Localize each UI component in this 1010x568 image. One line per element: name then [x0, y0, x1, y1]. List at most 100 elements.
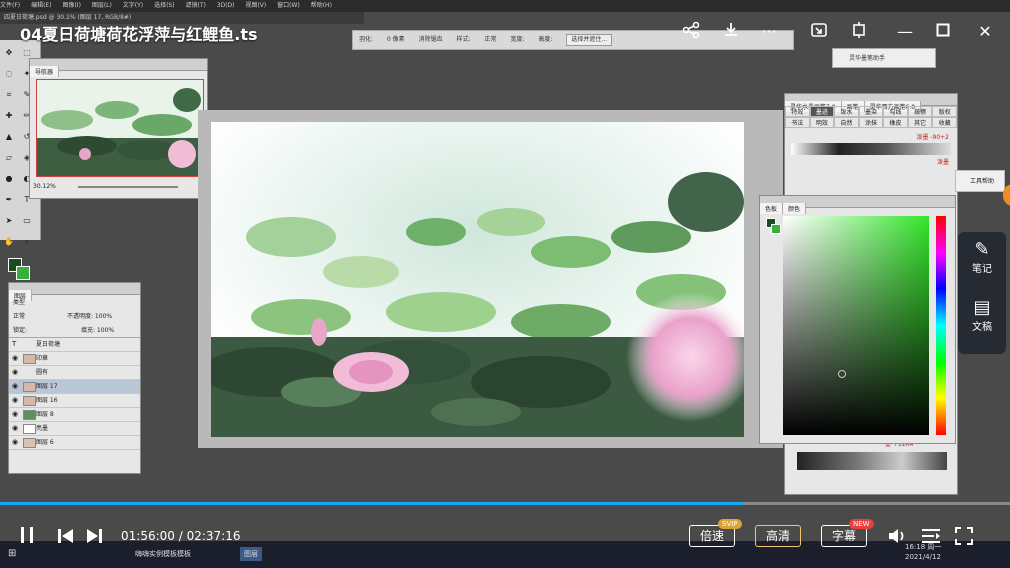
pause-icon[interactable] [20, 526, 34, 549]
close-icon[interactable]: ✕ [974, 21, 996, 43]
fullscreen-icon[interactable] [955, 527, 973, 549]
layer-thumbnail [23, 438, 36, 448]
ps-option-label: 消除锯齿 [418, 36, 443, 43]
brush-category: 涂抹 [858, 117, 884, 128]
brush-preset-tag: 泼墨 [936, 159, 949, 166]
color-picker-cursor [838, 370, 846, 378]
layers-blend-row: 正常 不透明度: 100% [9, 309, 140, 323]
blur-tool-icon: ● [5, 174, 13, 183]
notes-button[interactable]: ✎ 笔记 [958, 240, 1006, 290]
pen-tool-icon: ✒ [5, 195, 13, 204]
notes-label: 笔记 [972, 264, 992, 275]
eraser-tool-icon: ▱ [5, 153, 13, 162]
brush-category: 皴擦 [907, 106, 933, 117]
layers-blend: 正常 [13, 313, 26, 320]
more-icon[interactable]: ··· [758, 21, 780, 43]
minimize-icon[interactable]: — [894, 21, 916, 43]
brush-category: 墨迹 [809, 106, 835, 117]
volume-icon[interactable] [888, 527, 908, 549]
layer-row: ◉ 亮墨 [9, 422, 140, 436]
path-tool-icon: ➤ [5, 216, 13, 225]
shape-tool-icon: ▭ [23, 216, 31, 225]
brush-stroke-preview [797, 452, 947, 470]
brush-category: 墨染 [858, 106, 884, 117]
quality-button[interactable]: 高清 [755, 525, 801, 547]
layers-fill: 100% [96, 327, 115, 334]
navigator-header: 导航器 [30, 59, 207, 77]
tool-help-box: 工具帮助 [955, 170, 1005, 192]
brush-stroke-preview [791, 143, 951, 155]
lasso-tool-icon: ◌ [5, 69, 13, 78]
visibility-icon: ◉ [12, 382, 19, 390]
brush-preset-tag: 泼墨 -90+2 [916, 134, 949, 141]
visibility-icon: ◉ [12, 368, 19, 376]
hue-slider [936, 216, 946, 435]
layers-header: 图层 [9, 283, 140, 301]
new-badge: NEW [849, 519, 874, 529]
layer-row: ◉ 圆有 [9, 366, 140, 380]
side-panel-toggle[interactable] [1003, 184, 1010, 206]
visibility-icon: ◉ [12, 354, 19, 362]
layers-opacity: 100% [94, 313, 113, 320]
total-time: 02:37:16 [186, 529, 241, 543]
ps-select-mask-button: 选择并遮住... [566, 34, 613, 46]
playlist-icon[interactable] [921, 528, 941, 548]
manuscript-icon: ▤ [973, 297, 991, 318]
picture-in-picture-icon[interactable] [808, 21, 830, 45]
swatches-tab: 色板 [760, 203, 784, 214]
color-panel-background [771, 224, 781, 234]
share-icon[interactable] [680, 21, 702, 45]
ps-menu-item: 帮助(H) [310, 2, 332, 9]
navigator-zoom-slider [78, 186, 178, 188]
time-separator: / [178, 529, 183, 543]
brush-category-grid: 特效 墨迹 泼水 墨染 勾线 皴擦 版权 书法 明效 自然 涂抹 橡皮 其它 收… [785, 106, 957, 128]
layer-name: 印章 [36, 355, 49, 362]
brush-category: 泼水 [834, 106, 859, 117]
visibility-icon: ◉ [12, 438, 19, 446]
brush-category: 版权 [932, 106, 957, 117]
brush-category: 书法 [785, 117, 810, 128]
brush-category: 其它 [907, 117, 933, 128]
layer-name: 图层 6 [36, 439, 54, 446]
taskbar-item: 嗨嗨实例模板模板 [135, 550, 191, 558]
color-panel-header: 色板 颜色 [760, 196, 955, 214]
ps-canvas [211, 122, 744, 437]
download-icon[interactable] [720, 21, 742, 45]
navigator-panel: 导航器 30.12% [29, 58, 208, 199]
layer-row: ◉ 图层 17 [9, 380, 140, 394]
ps-menu-item: 滤镜(T) [185, 2, 206, 9]
layers-fill-label: 填充: [80, 327, 95, 334]
taskbar-item: 图层 [240, 547, 262, 561]
ps-help-box: 灵华墨笔助手 [832, 48, 936, 68]
ps-option-label: 高度: [538, 36, 553, 43]
layers-panel: 图层 类型 正常 不透明度: 100% 锁定: 填充: 100% T 夏日荷塘 ◉… [8, 282, 141, 474]
layers-lock-label: 锁定: [13, 327, 28, 334]
layers-opacity-label: 不透明度: [66, 313, 93, 320]
zoom-tool-icon: ⌕ [24, 237, 30, 246]
brush-category: 明效 [809, 117, 835, 128]
quality-label: 高清 [765, 529, 790, 543]
layer-thumbnail [23, 424, 36, 434]
ps-menu-item: 编辑(E) [31, 2, 52, 9]
heal-tool-icon: ✚ [5, 111, 13, 120]
layer-name: 圆有 [36, 369, 49, 376]
layer-row: ◉ 印章 [9, 352, 140, 366]
manuscript-button[interactable]: ▤ 文稿 [958, 298, 1006, 348]
layer-row: ◉ 图层 8 [9, 408, 140, 422]
ps-menu-item: 文件(F) [0, 2, 21, 9]
ps-option-label: 样式: [456, 36, 471, 43]
svip-badge: SVIP [718, 519, 742, 529]
ps-menu-item: 图层(L) [91, 2, 112, 9]
next-icon[interactable] [86, 528, 102, 547]
current-time: 01:56:00 [121, 529, 175, 543]
visibility-icon: ◉ [12, 396, 19, 404]
brush-category: 自然 [834, 117, 859, 128]
previous-icon[interactable] [58, 528, 74, 547]
ps-menu-item: 视图(V) [245, 2, 267, 9]
layer-thumbnail [23, 396, 36, 406]
window-mode-icon[interactable] [848, 21, 870, 45]
ps-menu-item: 3D(D) [216, 2, 235, 9]
subtitle-label: 字幕 [831, 529, 856, 543]
maximize-icon[interactable] [932, 21, 954, 43]
layer-row: ◉ 图层 16 [9, 394, 140, 408]
